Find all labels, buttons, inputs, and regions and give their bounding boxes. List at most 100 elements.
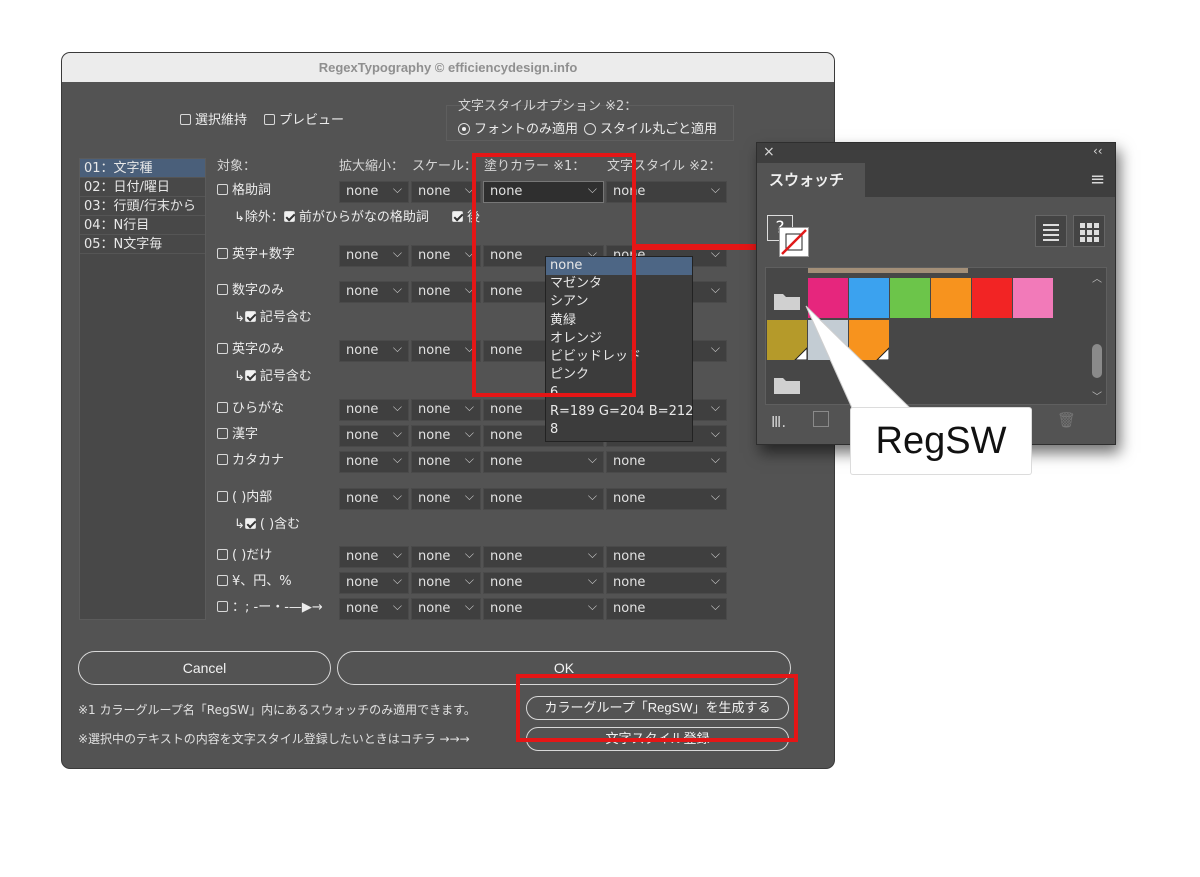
scroll-up-icon[interactable]: ︿	[1092, 270, 1102, 285]
symbol-include-option-1[interactable]: ↳ 記号含む	[234, 306, 312, 325]
close-icon[interactable]: ×	[763, 144, 775, 160]
target-checkbox[interactable]: 英字のみ	[217, 338, 284, 357]
style-option-title: 文字スタイルオプション ※2：	[458, 99, 638, 114]
target-checkbox[interactable]: 数字のみ	[217, 279, 284, 298]
scale2-select[interactable]: none	[411, 596, 481, 620]
fill-color-select[interactable]: none	[483, 486, 604, 510]
target-checkbox[interactable]: ¥、円、%	[217, 570, 292, 589]
scale2-select[interactable]: none	[411, 279, 481, 303]
category-item[interactable]: 05：N文字毎	[80, 235, 205, 254]
target-checkbox[interactable]: ( )内部	[217, 486, 272, 505]
target-checkbox[interactable]: 格助詞	[217, 179, 271, 198]
scale2-select[interactable]: none	[411, 338, 481, 362]
dropdown-option[interactable]: R=189 G=204 B=212	[546, 403, 693, 421]
target-checkbox[interactable]: 漢字	[217, 423, 258, 442]
radio-font-only[interactable]: フォントのみ適用	[458, 118, 578, 137]
scale-select[interactable]: none	[339, 179, 409, 203]
target-checkbox[interactable]: 英字+数字	[217, 243, 295, 262]
grid-view-button[interactable]	[1073, 215, 1105, 247]
scale-select[interactable]: none	[339, 486, 409, 510]
color-swatch[interactable]	[1013, 278, 1053, 318]
scale-select[interactable]: none	[339, 596, 409, 620]
header-target: 対象：	[217, 159, 257, 174]
color-swatch[interactable]	[931, 278, 971, 318]
color-swatch[interactable]	[972, 278, 1012, 318]
checkbox-icon	[180, 114, 191, 125]
list-view-button[interactable]	[1035, 215, 1067, 247]
list-view-icon	[1043, 224, 1059, 241]
char-style-select[interactable]: none	[606, 570, 727, 594]
char-style-select[interactable]: none	[606, 486, 727, 510]
target-checkbox[interactable]: ひらがな	[217, 397, 284, 416]
category-item[interactable]: 03：行頭/行末から	[80, 197, 205, 216]
char-style-select[interactable]: none	[606, 449, 727, 473]
scale2-select[interactable]: none	[411, 397, 481, 421]
checkbox-icon	[217, 491, 228, 502]
stroke-none-icon[interactable]	[779, 227, 809, 257]
fill-color-select[interactable]: none	[483, 570, 604, 594]
scale2-select[interactable]: none	[411, 449, 481, 473]
checkbox-checked-icon	[452, 211, 463, 222]
cancel-button[interactable]: Cancel	[78, 651, 331, 685]
scale-select[interactable]: none	[339, 338, 409, 362]
checkbox-icon	[217, 248, 228, 259]
swatch-scrollbar[interactable]: ︿ ﹀	[1090, 270, 1104, 403]
scale-select[interactable]: none	[339, 397, 409, 421]
swatch-strip	[808, 268, 968, 273]
radio-selected-icon	[458, 123, 470, 135]
checkbox-checked-icon	[244, 370, 256, 381]
symbol-include-option-2[interactable]: ↳ 記号含む	[234, 365, 312, 384]
target-checkbox[interactable]: ：; -ー・-—▶→	[217, 596, 323, 615]
scale-select[interactable]: none	[339, 544, 409, 568]
keep-selection-checkbox[interactable]: 選択維持	[180, 109, 247, 128]
scale-select[interactable]: none	[339, 279, 409, 303]
folder-icon[interactable]	[772, 372, 802, 400]
checkbox-icon	[217, 549, 228, 560]
target-checkbox[interactable]: ( )だけ	[217, 544, 272, 563]
paren-include-option[interactable]: ↳( )含む	[234, 513, 300, 532]
category-item[interactable]: 04：N行目	[80, 216, 205, 235]
scroll-down-icon[interactable]: ﹀	[1092, 388, 1102, 403]
scale-select[interactable]: none	[339, 570, 409, 594]
panel-topbar: × ‹‹	[757, 143, 1115, 163]
radio-icon	[584, 123, 596, 135]
checkbox-icon	[217, 343, 228, 354]
target-checkbox[interactable]: カタカナ	[217, 449, 284, 468]
category-item[interactable]: 02：日付/曜日	[80, 178, 205, 197]
scale-select[interactable]: none	[339, 449, 409, 473]
scale2-select[interactable]: none	[411, 570, 481, 594]
scale-select[interactable]: none	[339, 243, 409, 267]
checkbox-icon	[264, 114, 275, 125]
scale-select[interactable]: none	[339, 423, 409, 447]
fill-color-select[interactable]: none	[483, 449, 604, 473]
preview-checkbox[interactable]: プレビュー	[264, 109, 344, 128]
scale2-select[interactable]: none	[411, 243, 481, 267]
library-icon[interactable]: Ⅲ.	[771, 413, 786, 431]
exclude-option[interactable]: ↳除外： 前がひらがなの格助詞	[234, 206, 429, 225]
collapse-icon[interactable]: ‹‹	[1093, 144, 1103, 158]
header-scale: 拡大縮小：	[339, 159, 405, 174]
panel-tabbar: ≡	[865, 163, 1115, 197]
char-style-select[interactable]: none	[606, 544, 727, 568]
scale2-select[interactable]: none	[411, 179, 481, 203]
scrollbar-thumb[interactable]	[1092, 344, 1102, 378]
folder-icon[interactable]	[772, 288, 802, 316]
char-style-select[interactable]: none	[606, 596, 727, 620]
grid-view-icon	[1080, 223, 1099, 242]
scale2-select[interactable]: none	[411, 423, 481, 447]
radio-full-style[interactable]: スタイル丸ごと適用	[584, 118, 717, 137]
category-item[interactable]: 01：文字種	[80, 159, 205, 178]
callout-pointer	[805, 305, 912, 409]
scale2-select[interactable]: none	[411, 486, 481, 510]
fill-color-select[interactable]: none	[483, 596, 604, 620]
panel-tab-swatches[interactable]: スウォッチ	[757, 163, 865, 197]
checkbox-icon	[217, 601, 228, 612]
panel-menu-icon[interactable]: ≡	[1090, 169, 1105, 190]
scale2-select[interactable]: none	[411, 544, 481, 568]
fill-color-select[interactable]: none	[483, 544, 604, 568]
trash-icon[interactable]: 🗑	[1057, 411, 1076, 429]
regex-typography-dialog: RegexTypography © efficiencydesign.info …	[62, 53, 834, 768]
checkbox-icon	[217, 575, 228, 586]
dropdown-option[interactable]: 8	[546, 421, 692, 439]
checkbox-icon	[217, 402, 228, 413]
